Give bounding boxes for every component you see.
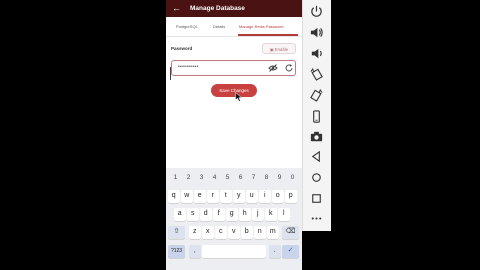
key-comma[interactable]: , bbox=[189, 245, 201, 258]
number-row: 1 2 3 4 5 6 7 8 9 0 bbox=[169, 172, 299, 184]
key-m[interactable]: m bbox=[267, 226, 279, 239]
password-field[interactable]: •••••••••• bbox=[171, 60, 296, 76]
overview-icon[interactable] bbox=[309, 191, 324, 206]
shift-icon[interactable]: ⇧ bbox=[168, 226, 185, 239]
phone-screen: ← Manage Database PostgreSQL Details Man… bbox=[166, 0, 302, 270]
key-row-3: ⇧ z x c v b n m ⌫ bbox=[168, 226, 300, 242]
key-n[interactable]: n bbox=[254, 226, 266, 239]
key-b[interactable]: b bbox=[241, 226, 253, 239]
refresh-icon[interactable] bbox=[284, 63, 294, 73]
key-g[interactable]: g bbox=[226, 208, 238, 221]
key-f[interactable]: f bbox=[213, 208, 225, 221]
key-0[interactable]: 0 bbox=[286, 172, 299, 184]
key-q[interactable]: q bbox=[168, 190, 180, 203]
key-r[interactable]: r bbox=[207, 190, 219, 203]
enable-button[interactable]: ▣ Enable bbox=[262, 43, 296, 54]
key-1[interactable]: 1 bbox=[169, 172, 182, 184]
mouse-pointer-icon bbox=[235, 92, 243, 102]
lock-icon: ▣ bbox=[269, 47, 274, 52]
camera-icon[interactable] bbox=[309, 129, 324, 144]
power-icon[interactable] bbox=[309, 4, 324, 19]
rotate-right-icon[interactable] bbox=[309, 88, 324, 103]
emulator-toolbar bbox=[302, 0, 331, 231]
save-changes-button[interactable]: Save Changes bbox=[211, 84, 257, 97]
key-p[interactable]: p bbox=[285, 190, 297, 203]
page-title: Manage Database bbox=[190, 5, 245, 12]
more-icon[interactable] bbox=[309, 211, 324, 226]
key-4[interactable]: 4 bbox=[208, 172, 221, 184]
text-cursor bbox=[170, 67, 171, 80]
volume-up-icon[interactable] bbox=[309, 25, 324, 40]
arrow-left-icon[interactable]: ← bbox=[172, 3, 181, 14]
backspace-icon[interactable]: ⌫ bbox=[282, 226, 299, 239]
key-h[interactable]: h bbox=[239, 208, 251, 221]
volume-down-icon[interactable] bbox=[309, 46, 324, 61]
key-l[interactable]: l bbox=[278, 208, 290, 221]
key-s[interactable]: s bbox=[187, 208, 199, 221]
eye-off-icon[interactable] bbox=[268, 63, 278, 73]
key-x[interactable]: x bbox=[202, 226, 214, 239]
tab-bar: PostgreSQL Details Manage Redis Password bbox=[166, 17, 302, 37]
key-2[interactable]: 2 bbox=[182, 172, 195, 184]
rotate-left-icon[interactable] bbox=[309, 67, 324, 82]
key-i[interactable]: i bbox=[259, 190, 271, 203]
key-3[interactable]: 3 bbox=[195, 172, 208, 184]
symbols-key[interactable]: ?123 bbox=[168, 245, 185, 258]
key-z[interactable]: z bbox=[189, 226, 201, 239]
key-a[interactable]: a bbox=[174, 208, 186, 221]
key-o[interactable]: o bbox=[272, 190, 284, 203]
key-5[interactable]: 5 bbox=[221, 172, 234, 184]
key-u[interactable]: u bbox=[246, 190, 258, 203]
key-c[interactable]: c bbox=[215, 226, 227, 239]
key-d[interactable]: d bbox=[200, 208, 212, 221]
key-t[interactable]: t bbox=[220, 190, 232, 203]
home-icon[interactable] bbox=[309, 170, 324, 185]
tab-postgresql[interactable]: PostgreSQL bbox=[176, 24, 198, 29]
key-row-1: q w e r t y u i o p bbox=[168, 190, 300, 206]
back-icon[interactable] bbox=[309, 149, 324, 164]
enable-button-label: Enable bbox=[274, 47, 289, 52]
key-row-4: ?123 , . ✓ bbox=[168, 245, 300, 261]
tab-manage-redis-password[interactable]: Manage Redis Password bbox=[239, 24, 283, 29]
key-v[interactable]: v bbox=[228, 226, 240, 239]
key-y[interactable]: y bbox=[233, 190, 245, 203]
key-e[interactable]: e bbox=[194, 190, 206, 203]
key-8[interactable]: 8 bbox=[260, 172, 273, 184]
device-icon[interactable] bbox=[309, 109, 324, 124]
tab-details[interactable]: Details bbox=[213, 24, 225, 29]
key-7[interactable]: 7 bbox=[247, 172, 260, 184]
key-w[interactable]: w bbox=[181, 190, 193, 203]
app-bar: ← Manage Database bbox=[166, 0, 302, 17]
active-tab-indicator bbox=[238, 34, 298, 36]
key-k[interactable]: k bbox=[265, 208, 277, 221]
key-6[interactable]: 6 bbox=[234, 172, 247, 184]
password-label: Password bbox=[171, 46, 193, 51]
space-bar[interactable] bbox=[202, 245, 266, 258]
check-icon[interactable]: ✓ bbox=[282, 245, 299, 258]
key-period[interactable]: . bbox=[269, 245, 281, 258]
password-value: •••••••••• bbox=[178, 64, 199, 70]
on-screen-keyboard: 1 2 3 4 5 6 7 8 9 0 q w e r t y u i o p … bbox=[166, 168, 302, 270]
key-j[interactable]: j bbox=[252, 208, 264, 221]
key-row-2: a s d f g h j k l bbox=[174, 208, 294, 224]
key-9[interactable]: 9 bbox=[273, 172, 286, 184]
